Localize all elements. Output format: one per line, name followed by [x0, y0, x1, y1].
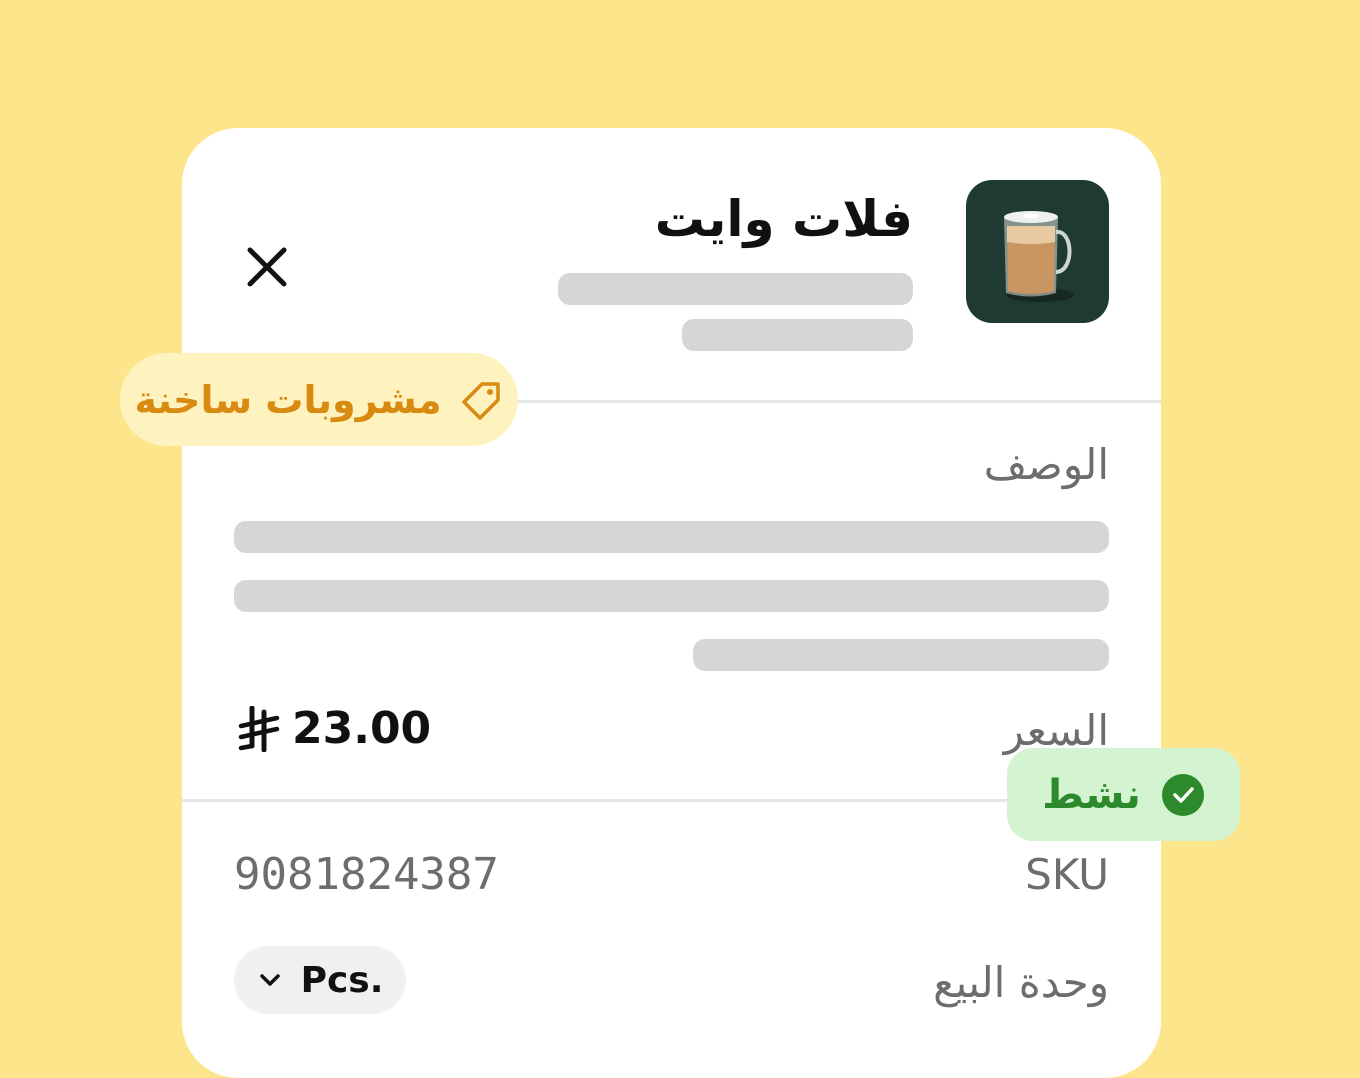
status-label: نشط [1042, 771, 1141, 818]
sale-unit-select[interactable]: Pcs. [234, 946, 406, 1014]
mug-icon [1004, 211, 1074, 302]
price-value: 23.00 [292, 703, 432, 754]
subtitle-placeholder [682, 319, 913, 351]
subtitle-placeholder [558, 273, 913, 305]
sku-label: SKU [1025, 850, 1109, 899]
price-display: 23.00 [238, 702, 431, 756]
product-name: فلات وايت [654, 190, 913, 248]
chevron-down-icon [259, 974, 280, 986]
product-thumbnail [966, 180, 1109, 323]
status-badge[interactable]: نشط [1007, 748, 1240, 841]
sku-value: 9081824387 [234, 849, 499, 900]
description-label: الوصف [983, 440, 1109, 489]
sale-unit-value: Pcs. [300, 959, 384, 1001]
description-placeholder [234, 521, 1109, 553]
tag-icon [461, 381, 500, 420]
close-button[interactable] [242, 242, 292, 292]
description-placeholder [234, 580, 1109, 612]
category-tag-label: مشروبات ساخنة [134, 377, 442, 422]
check-circle-icon [1161, 773, 1204, 816]
product-detail-card: فلات وايت الوصف السعر 23.00 SKU 90818243… [182, 128, 1161, 1078]
close-icon [247, 247, 287, 287]
riyal-icon [238, 706, 280, 752]
description-placeholder [693, 639, 1109, 671]
category-tag[interactable]: مشروبات ساخنة [120, 353, 518, 446]
sale-unit-label: وحدة البيع [933, 958, 1109, 1007]
